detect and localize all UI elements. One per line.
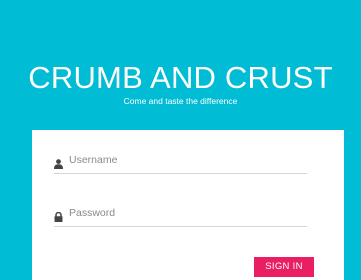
login-card: SIGN IN (32, 130, 344, 280)
brand-tagline: Come and taste the difference (123, 96, 238, 106)
username-input[interactable] (69, 152, 305, 168)
username-field (54, 151, 307, 174)
password-field (54, 204, 307, 227)
password-input[interactable] (69, 205, 305, 221)
brand-title: CRUMB AND CRUST (28, 60, 333, 95)
user-icon (54, 156, 63, 169)
brand-header: CRUMB AND CRUST Come and taste the diffe… (0, 60, 361, 107)
sign-in-button[interactable]: SIGN IN (254, 257, 314, 277)
lock-icon (54, 209, 63, 222)
